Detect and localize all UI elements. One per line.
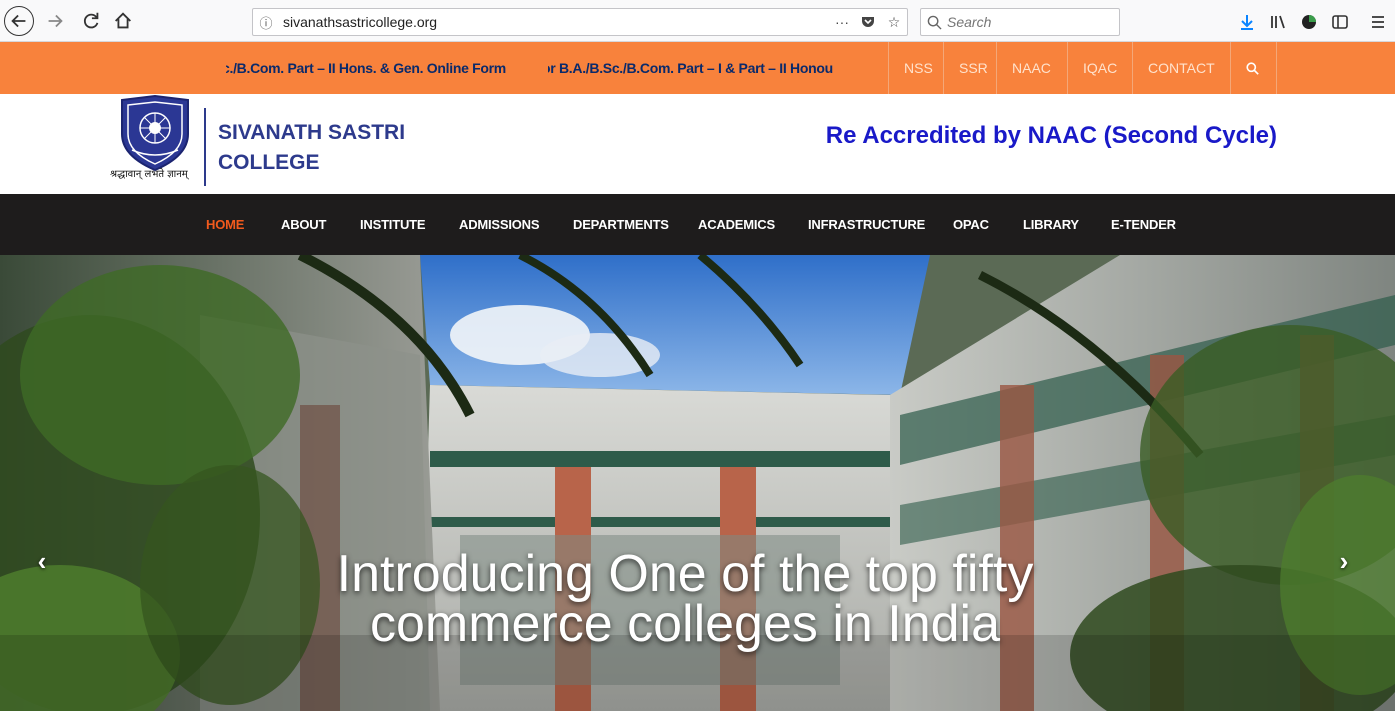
nav-item-academics[interactable]: ACADEMICS <box>698 194 775 255</box>
nav-item-library[interactable]: LIBRARY <box>1023 194 1079 255</box>
nav-item-departments[interactable]: DEPARTMENTS <box>573 194 669 255</box>
divider <box>204 108 206 186</box>
divider <box>996 42 997 94</box>
arrow-right-icon <box>48 14 63 28</box>
top-link-naac[interactable]: NAAC <box>1012 42 1051 94</box>
site-search-icon[interactable] <box>1246 42 1259 94</box>
hero-caption-line-2: commerce colleges in India <box>369 595 1001 653</box>
hero-slider: Introducing One of the top fifty commerc… <box>0 255 1395 711</box>
divider <box>888 42 889 94</box>
divider <box>1132 42 1133 94</box>
announcement-link-2[interactable]: or B.A./B.Sc./B.Com. Part – I & Part – I… <box>548 42 874 94</box>
reload-icon <box>83 12 99 29</box>
home-icon <box>115 12 131 29</box>
nav-item-home[interactable]: HOME <box>206 194 244 255</box>
home-button[interactable] <box>108 6 138 36</box>
slider-next-chevron-icon[interactable]: › <box>1330 546 1358 576</box>
accreditation-text: Re Accredited by NAAC (Second Cycle) <box>825 122 1277 149</box>
main-navigation: HOME ABOUT INSTITUTE ADMISSIONS DEPARTME… <box>0 194 1395 255</box>
college-name[interactable]: SIVANATH SASTRI COLLEGE <box>218 118 438 178</box>
nav-item-opac[interactable]: OPAC <box>953 194 989 255</box>
divider <box>943 42 944 94</box>
back-button[interactable] <box>4 6 34 36</box>
pocket-icon[interactable] <box>855 9 881 35</box>
download-icon[interactable] <box>1233 8 1261 36</box>
slider-prev-chevron-icon[interactable]: ‹ <box>28 546 56 576</box>
search-input[interactable] <box>947 14 1107 30</box>
hero-caption: Introducing One of the top fifty commerc… <box>0 545 1370 653</box>
url-bar[interactable]: ⓘ sivanathsastricollege.org ··· ☆ <box>252 8 908 36</box>
bookmark-star-icon[interactable]: ☆ <box>881 9 907 35</box>
announcement-text: c./B.Com. Part – II Hons. & Gen. Online … <box>226 60 506 76</box>
college-motto: श्रद्धावान् लभते ज्ञानम् <box>110 169 188 180</box>
site-header: श्रद्धावान् लभते ज्ञानम् SIVANATH SASTRI… <box>0 94 1395 194</box>
divider <box>1276 42 1277 94</box>
forward-button[interactable] <box>40 6 70 36</box>
top-link-iqac[interactable]: IQAC <box>1083 42 1117 94</box>
reload-button[interactable] <box>76 6 106 36</box>
top-link-nss[interactable]: NSS <box>904 42 933 94</box>
hamburger-menu-icon[interactable] <box>1364 8 1392 36</box>
search-icon <box>921 15 947 30</box>
library-icon[interactable] <box>1264 8 1292 36</box>
hero-caption-line-1: Introducing One of the top fifty <box>336 545 1034 603</box>
nav-item-institute[interactable]: INSTITUTE <box>360 194 426 255</box>
nav-item-e-tender[interactable]: E-TENDER <box>1111 194 1176 255</box>
top-link-ssr[interactable]: SSR <box>959 42 988 94</box>
sidebar-icon[interactable] <box>1326 8 1354 36</box>
page-actions-button[interactable]: ··· <box>829 9 855 35</box>
browser-search-box[interactable] <box>920 8 1120 36</box>
divider <box>1067 42 1068 94</box>
announcement-link-1[interactable]: c./B.Com. Part – II Hons. & Gen. Online … <box>226 42 536 94</box>
divider <box>1230 42 1231 94</box>
announcement-text: or B.A./B.Sc./B.Com. Part – I & Part – I… <box>548 60 833 76</box>
nav-item-admissions[interactable]: ADMISSIONS <box>459 194 540 255</box>
nav-item-infrastructure[interactable]: INFRASTRUCTURE <box>808 194 925 255</box>
extension-icon[interactable] <box>1295 8 1323 36</box>
url-text[interactable]: sivanathsastricollege.org <box>279 14 829 30</box>
browser-toolbar: ⓘ sivanathsastricollege.org ··· ☆ <box>0 0 1395 42</box>
top-link-contact[interactable]: CONTACT <box>1148 42 1215 94</box>
top-announcement-bar: c./B.Com. Part – II Hons. & Gen. Online … <box>0 42 1395 94</box>
nav-item-about[interactable]: ABOUT <box>281 194 326 255</box>
info-icon[interactable]: ⓘ <box>253 9 279 35</box>
